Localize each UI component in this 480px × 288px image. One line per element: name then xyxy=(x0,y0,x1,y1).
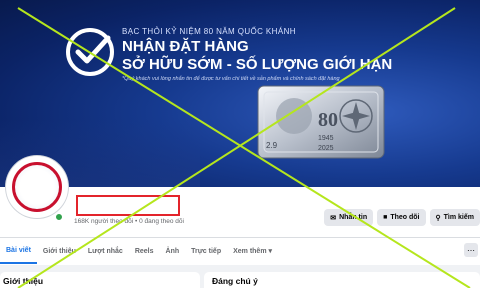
message-button[interactable]: ✉ Nhắn tin xyxy=(324,209,374,226)
tab-about[interactable]: Giới thiệu xyxy=(37,238,82,264)
profile-tabs: Bài viết Giới thiệu Lượt nhắc Reels Ảnh … xyxy=(0,238,480,264)
bar-year-start: 1945 xyxy=(318,135,334,142)
message-icon: ✉ xyxy=(330,214,337,222)
tab-more[interactable]: Xem thêm ▾ xyxy=(227,238,278,264)
message-button-label: Nhắn tin xyxy=(339,214,368,221)
page: BẠC THỎI KỶ NIỆM 80 NĂM QUỐC KHÁNH NHẬN … xyxy=(0,0,480,288)
brand-logo-icon xyxy=(66,28,114,76)
silver-bar-image: 80 2.9 1945 2025 xyxy=(257,85,385,159)
follow-icon: ■ xyxy=(383,214,388,221)
follow-button-label: Theo dõi xyxy=(390,214,420,221)
tab-live[interactable]: Trực tiếp xyxy=(185,238,227,264)
featured-title: Đáng chú ý xyxy=(212,276,258,286)
bar-year-end: 2025 xyxy=(318,145,334,152)
tab-reels[interactable]: Reels xyxy=(129,238,160,264)
profile-avatar[interactable] xyxy=(6,156,68,218)
tab-posts[interactable]: Bài viết xyxy=(0,238,37,264)
intro-title: Giới thiệu xyxy=(3,276,44,286)
cover-headline: NHẬN ĐẶT HÀNG xyxy=(122,38,249,55)
more-options-button[interactable]: ⋯ xyxy=(464,243,478,257)
bar-number: 80 xyxy=(318,109,338,131)
cover-photo[interactable]: BẠC THỎI KỶ NIỆM 80 NĂM QUỐC KHÁNH NHẬN … xyxy=(0,0,480,187)
follow-button[interactable]: ■ Theo dõi xyxy=(377,209,426,226)
ellipsis-icon: ⋯ xyxy=(467,245,475,255)
tab-mentions[interactable]: Lượt nhắc xyxy=(82,238,129,264)
search-icon: ⚲ xyxy=(435,214,441,222)
search-button-label: Tìm kiếm xyxy=(443,214,474,221)
follower-stats[interactable]: 168K người theo dõi • 0 đang theo dõi xyxy=(74,218,184,225)
profile-actions: ✉ Nhắn tin ■ Theo dõi ⚲ Tìm kiếm xyxy=(324,209,480,226)
tab-photos[interactable]: Ảnh xyxy=(160,238,186,264)
avatar-logo xyxy=(12,162,62,212)
cover-subheadline: SỞ HỮU SỚM - SỐ LƯỢNG GIỚI HẠN xyxy=(122,56,393,73)
redacted-page-name xyxy=(76,195,180,216)
search-button[interactable]: ⚲ Tìm kiếm xyxy=(429,209,480,226)
online-status-icon xyxy=(54,212,64,222)
bar-date: 2.9 xyxy=(266,141,278,150)
cover-kicker: BẠC THỎI KỶ NIỆM 80 NĂM QUỐC KHÁNH xyxy=(122,27,296,36)
